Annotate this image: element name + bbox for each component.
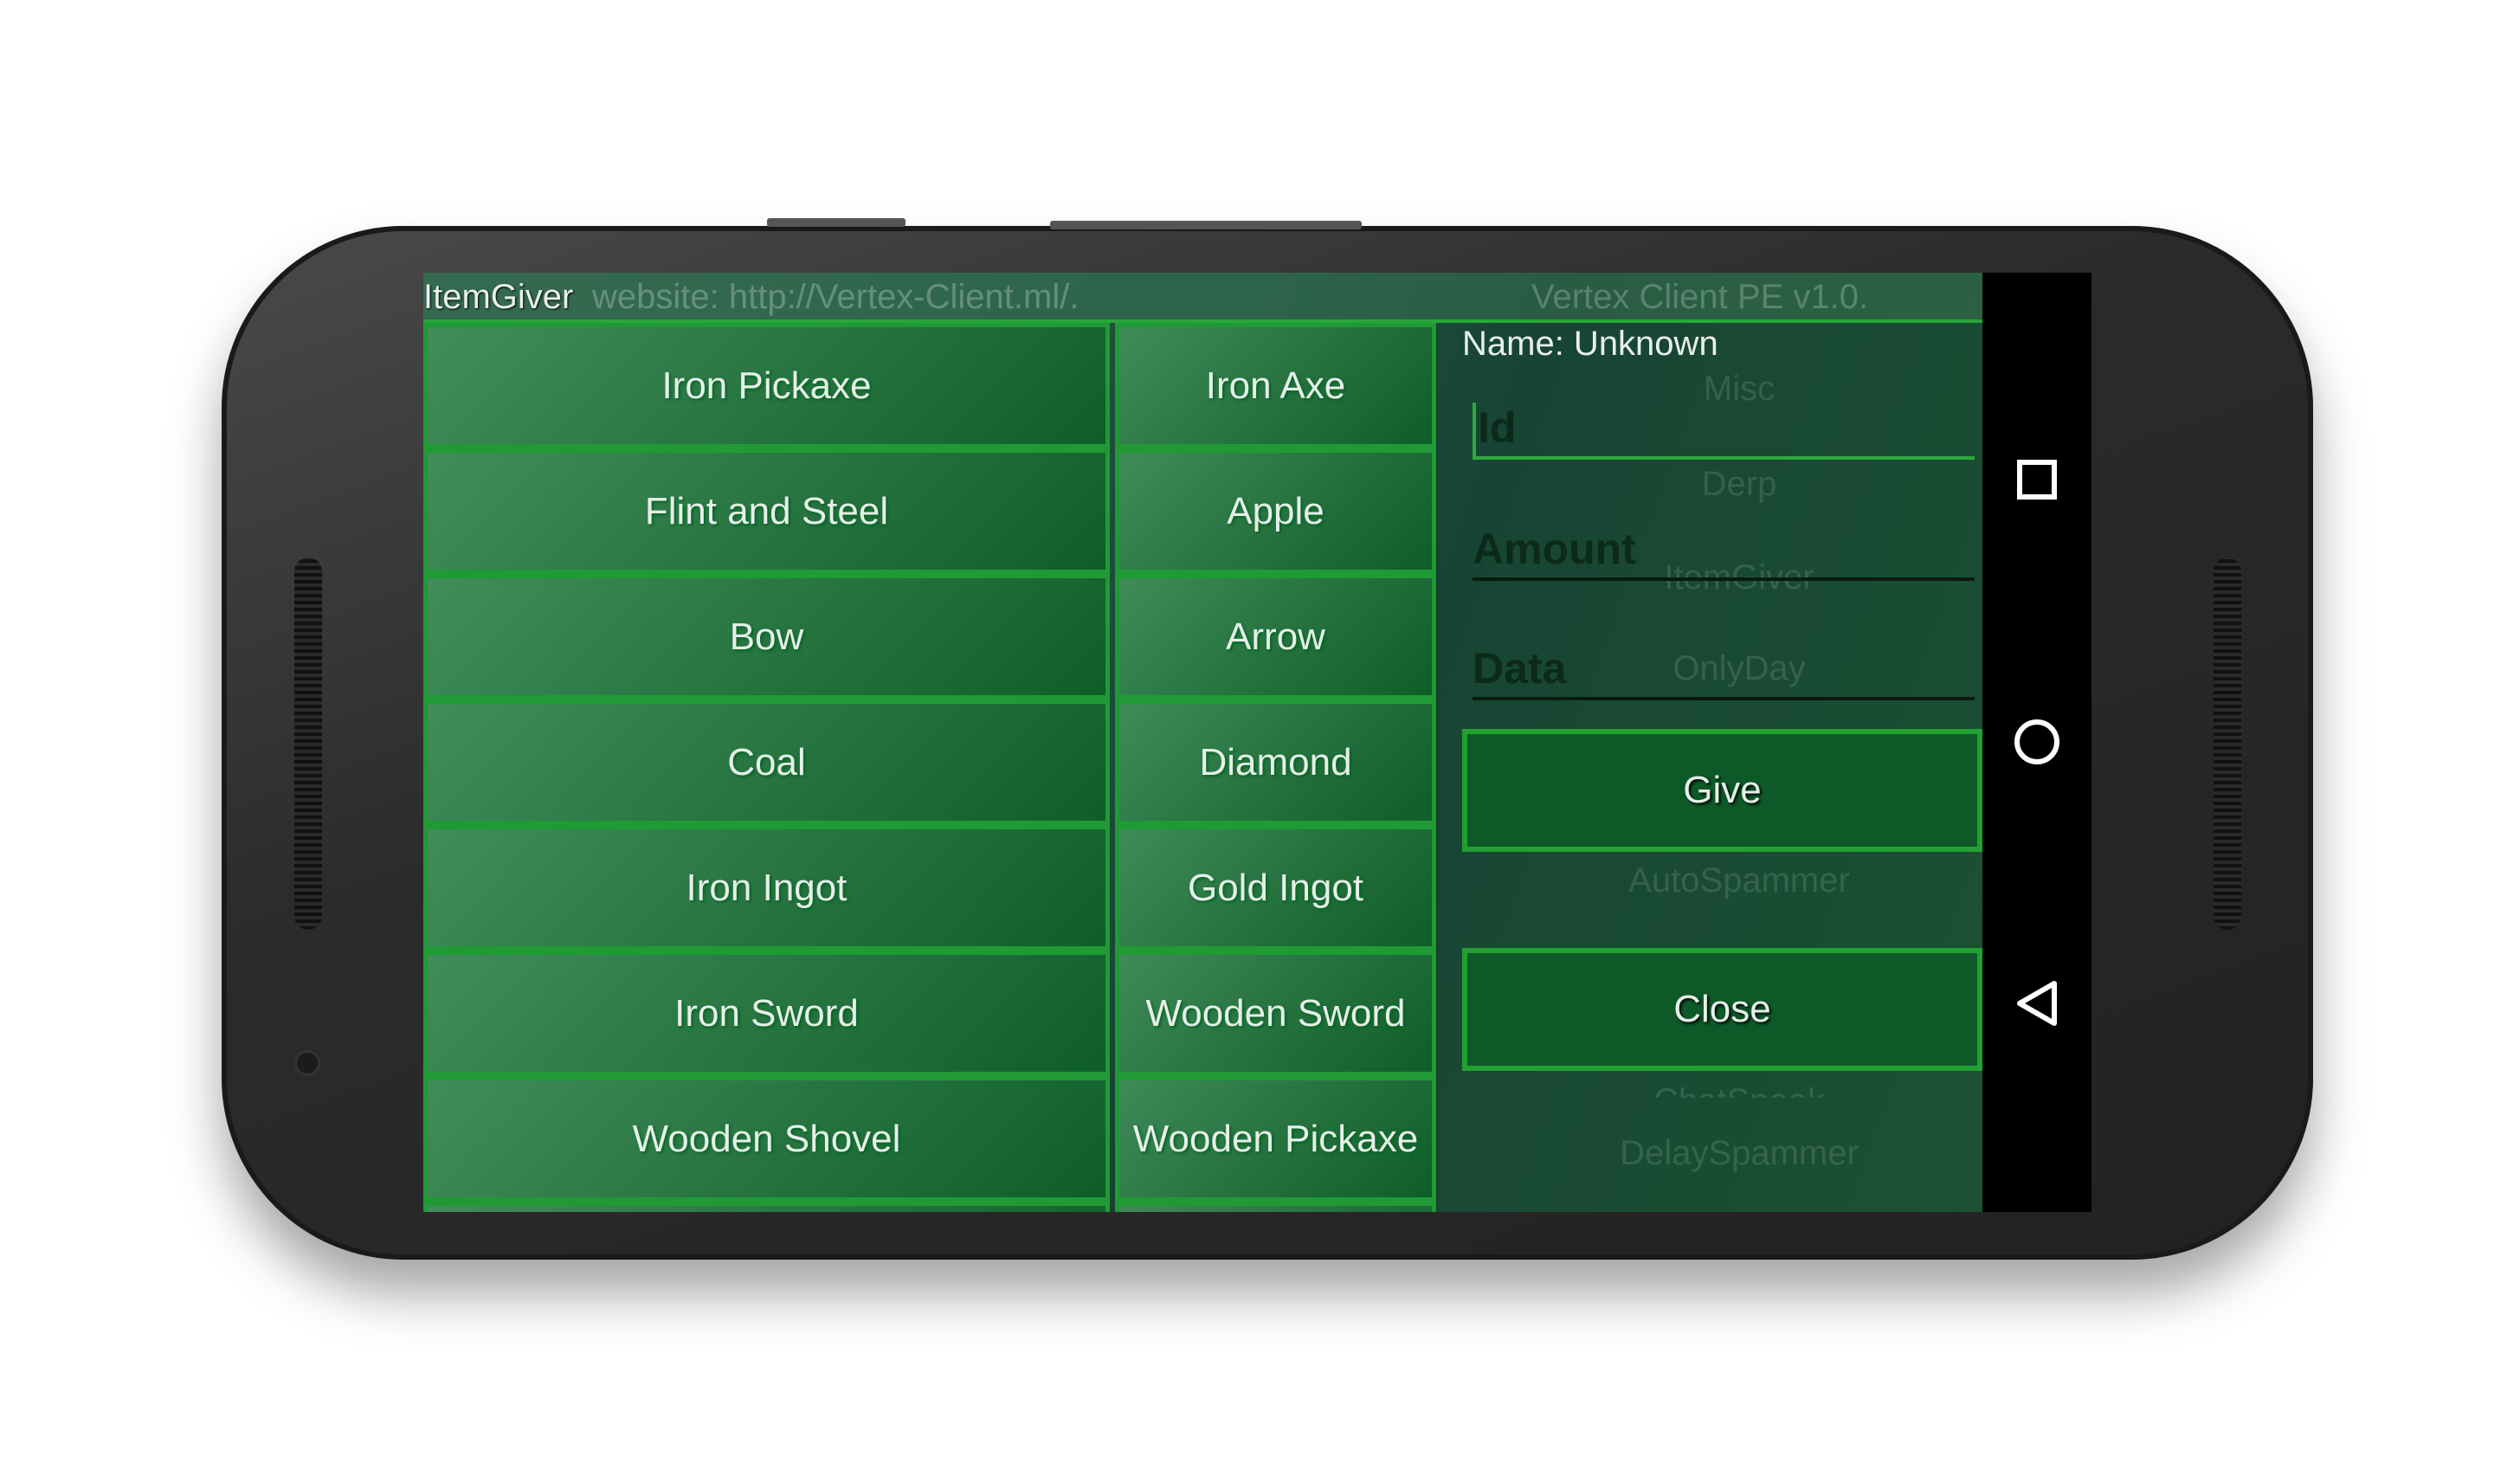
item-button[interactable]: Arrow	[1115, 574, 1436, 700]
item-button[interactable]: Coal	[423, 700, 1110, 825]
android-nav-bar	[1982, 273, 2091, 1212]
background-version-text: Vertex Client PE v1.0.	[1531, 278, 1869, 316]
bg-menu-item: DelaySpammer	[1620, 1134, 1859, 1172]
bg-menu-item: Derp	[1701, 465, 1777, 503]
data-input[interactable]: Data	[1473, 643, 1975, 700]
item-button-partial[interactable]	[1115, 1202, 1436, 1212]
item-button[interactable]: Bow	[423, 574, 1110, 700]
power-button	[1050, 221, 1362, 229]
close-button[interactable]: Close	[1462, 948, 1982, 1071]
recents-square-icon[interactable]	[2002, 445, 2072, 514]
bg-menu-item: AutoSpammer	[1628, 861, 1850, 899]
item-button[interactable]: Iron Sword	[423, 951, 1110, 1076]
camera	[294, 1050, 320, 1076]
item-button[interactable]: Flint and Steel	[423, 448, 1110, 574]
background-website-text: website: http://Vertex-Client.ml/.	[592, 278, 1080, 316]
item-button-partial[interactable]	[423, 1202, 1110, 1212]
item-name-label: Name: Unknown	[1462, 325, 1718, 363]
item-button[interactable]: Wooden Pickaxe	[1115, 1076, 1436, 1202]
item-button[interactable]: Diamond	[1115, 700, 1436, 825]
speaker-left	[294, 558, 322, 930]
back-triangle-icon[interactable]	[2002, 969, 2072, 1038]
window-title: ItemGiver	[423, 278, 574, 316]
app-screen: website: http://Vertex-Client.ml/. Verte…	[423, 273, 1982, 1212]
give-button[interactable]: Give	[1462, 729, 1982, 852]
id-input[interactable]: Id	[1473, 403, 1975, 460]
item-button[interactable]: Iron Ingot	[423, 825, 1110, 951]
item-button[interactable]: Apple	[1115, 448, 1436, 574]
item-button[interactable]: Wooden Shovel	[423, 1076, 1110, 1202]
item-button[interactable]: Gold Ingot	[1115, 825, 1436, 951]
item-button[interactable]: Iron Pickaxe	[423, 323, 1110, 448]
item-button[interactable]: Iron Axe	[1115, 323, 1436, 448]
volume-button	[767, 218, 906, 227]
home-circle-icon[interactable]	[2002, 707, 2072, 777]
item-button[interactable]: Wooden Sword	[1115, 951, 1436, 1076]
amount-input[interactable]: Amount	[1473, 524, 1975, 581]
speaker-right	[2214, 558, 2241, 930]
